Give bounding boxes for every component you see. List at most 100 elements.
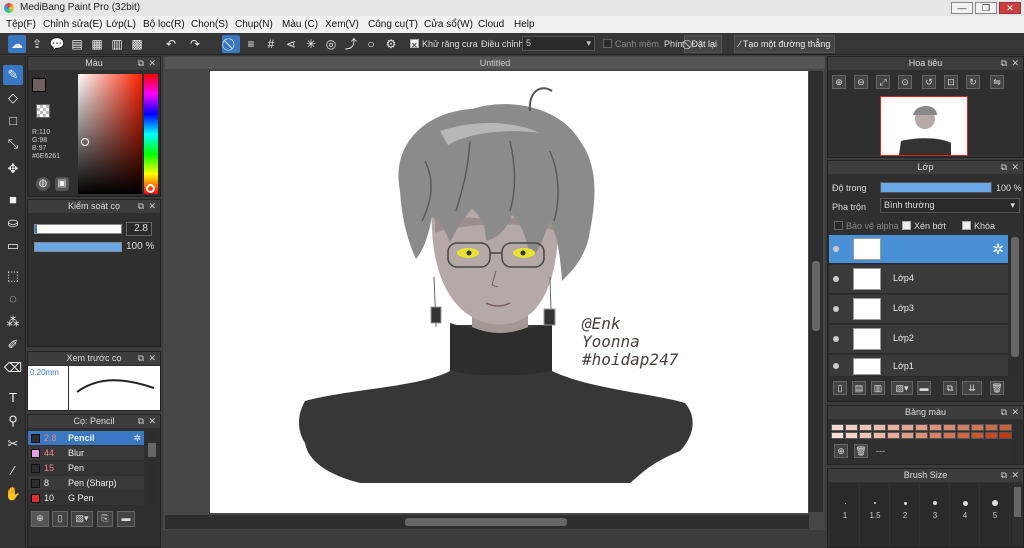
brush-copy-icon[interactable]: ⎘ (97, 511, 113, 527)
brush-size-cell[interactable]: 4 (950, 483, 980, 547)
select-pen-tool-icon[interactable]: ✐ (3, 335, 23, 355)
menu-filter[interactable]: Bộ lọc(R) (143, 16, 185, 33)
menu-tools[interactable]: Công cụ(T) (368, 16, 418, 33)
clipping-checkbox[interactable] (902, 221, 911, 231)
document-tab[interactable]: Untitled (165, 57, 825, 69)
palette-swatch[interactable] (971, 424, 984, 431)
palette-swatch[interactable] (873, 432, 886, 439)
select-rect-tool-icon[interactable]: ⬚ (3, 266, 23, 286)
color-picker-cursor[interactable] (81, 138, 89, 146)
new-halftone-layer-icon[interactable]: ▤ (852, 381, 866, 395)
close-icon[interactable]: ✕ (1011, 57, 1019, 70)
drawing-canvas[interactable]: @Enk Yoonna #hoidap247 (210, 71, 808, 513)
brush-size-scrollbar[interactable] (1012, 483, 1023, 547)
palette-swatch[interactable] (915, 424, 928, 431)
circle-snap-icon[interactable]: ○ (362, 35, 380, 53)
layer-row[interactable]: Lớp2 (829, 325, 1008, 354)
page-icon[interactable]: ▦ (88, 35, 106, 53)
brush-size-cell[interactable]: 3 (920, 483, 950, 547)
grid-icon[interactable]: ▩ (128, 35, 146, 53)
menu-color[interactable]: Màu (C) (282, 16, 318, 33)
brush-size-cell[interactable]: 2 (890, 483, 920, 547)
close-icon[interactable]: ✕ (1011, 406, 1019, 419)
close-icon[interactable]: ✕ (148, 352, 156, 365)
layer-folder-icon[interactable]: ▬ (917, 381, 931, 395)
brush-item[interactable]: 2.8 Pencil ✲ (28, 431, 144, 445)
popout-icon[interactable]: ⧉ (138, 352, 144, 365)
menu-view[interactable]: Xem(V) (325, 16, 359, 33)
zoom-out-icon[interactable]: ⊖ (854, 75, 868, 89)
cross-snap-icon[interactable]: # (262, 35, 280, 53)
popout-icon[interactable]: ⧉ (1001, 161, 1007, 174)
brush-options-icon[interactable]: ▧▾ (71, 511, 93, 527)
palette-swatch[interactable] (845, 424, 858, 431)
palette-swatch[interactable] (873, 424, 886, 431)
popout-icon[interactable]: ⧉ (138, 415, 144, 428)
protect-alpha-checkbox[interactable] (834, 221, 843, 231)
menu-cloud[interactable]: Cloud (478, 16, 504, 33)
rotate-right-icon[interactable]: ↻ (966, 75, 980, 89)
palette-swatch[interactable] (929, 432, 942, 439)
eyedropper-tool-icon[interactable]: ⁄ (3, 461, 23, 481)
palette-swatch[interactable] (859, 424, 872, 431)
eye-icon[interactable] (833, 246, 839, 252)
close-icon[interactable]: ✕ (148, 57, 156, 70)
add-brush-icon[interactable]: ⊕ (31, 511, 49, 527)
hand-tool-icon[interactable]: ✋ (3, 484, 23, 504)
layer-row[interactable]: Lớp4 (829, 265, 1008, 294)
chat-icon[interactable]: ▤ (68, 35, 86, 53)
menu-help[interactable]: Help (514, 16, 535, 33)
dot-tool-icon[interactable]: □ (3, 111, 23, 131)
brush-size-cell[interactable]: 1.5 (860, 483, 890, 547)
menu-window[interactable]: Cửa sổ(W) (424, 16, 473, 33)
hue-slider[interactable] (144, 74, 158, 194)
close-icon[interactable]: ✕ (148, 200, 156, 213)
layer-row[interactable]: ✲ (829, 235, 1008, 264)
palette-swatch[interactable] (887, 432, 900, 439)
popout-icon[interactable]: ⧉ (1001, 57, 1007, 70)
gear-icon[interactable]: ✲ (133, 431, 141, 445)
operation-tool-icon[interactable]: ⚲ (3, 411, 23, 431)
text-tool-icon[interactable]: T (3, 388, 23, 408)
antialias-toggle[interactable]: Khử răng cưa (410, 35, 478, 55)
antialias-checkbox[interactable] (410, 37, 419, 55)
gear-icon[interactable]: ✲ (992, 241, 1004, 258)
eye-icon[interactable] (833, 363, 839, 369)
menu-layer[interactable]: Lớp(L) (106, 16, 136, 33)
close-icon[interactable]: ✕ (148, 415, 156, 428)
navigator-thumbnail[interactable] (880, 96, 968, 156)
snap-off-icon[interactable]: ⃠ (222, 35, 240, 53)
canvas-vertical-scrollbar[interactable] (809, 71, 823, 512)
clipping-toggle[interactable]: Xén bớt (902, 221, 946, 231)
close-icon[interactable]: ✕ (1011, 469, 1019, 482)
brush-item[interactable]: 8 Pen (Sharp) (28, 476, 144, 490)
parallel-snap-icon[interactable]: ≡ (242, 35, 260, 53)
palette-swatch[interactable] (999, 432, 1012, 439)
brush-size-slider[interactable] (34, 224, 122, 234)
zoom-in-icon[interactable]: ⊕ (832, 75, 846, 89)
close-button[interactable]: ✕ (999, 2, 1021, 14)
brush-opacity-slider[interactable] (34, 242, 122, 252)
delete-color-icon[interactable]: 🗑 (854, 444, 868, 458)
gradient-tool-icon[interactable]: ▭ (3, 236, 23, 256)
flip-icon[interactable]: ⇋ (990, 75, 1004, 89)
layer-row[interactable]: Lớp1 (829, 355, 1008, 377)
add-color-icon[interactable]: ⊕ (834, 444, 848, 458)
palette-swatch[interactable] (831, 424, 844, 431)
palette-swatch[interactable] (831, 432, 844, 439)
maximize-button[interactable]: ❐ (975, 2, 997, 14)
eraser-tool-icon[interactable]: ◇ (3, 88, 23, 108)
pages-icon[interactable]: ▥ (108, 35, 126, 53)
duplicate-layer-icon[interactable]: ⧉ (943, 381, 957, 395)
primary-color-swatch[interactable] (32, 78, 46, 92)
close-icon[interactable]: ✕ (1011, 161, 1019, 174)
palette-wheel-icon[interactable]: ◍ (36, 177, 50, 191)
menu-capture[interactable]: Chụp(N) (235, 16, 273, 33)
line-tool-icon[interactable]: ⤡ (3, 134, 23, 154)
new-brush-icon[interactable]: ▯ (52, 511, 68, 527)
fill-rect-tool-icon[interactable]: ■ (3, 190, 23, 210)
layer-add-menu-icon[interactable]: ▧▾ (891, 381, 913, 395)
undo-icon[interactable]: ↶ (162, 35, 180, 53)
saturation-value-picker[interactable] (78, 74, 142, 194)
palette-swatch[interactable] (845, 432, 858, 439)
